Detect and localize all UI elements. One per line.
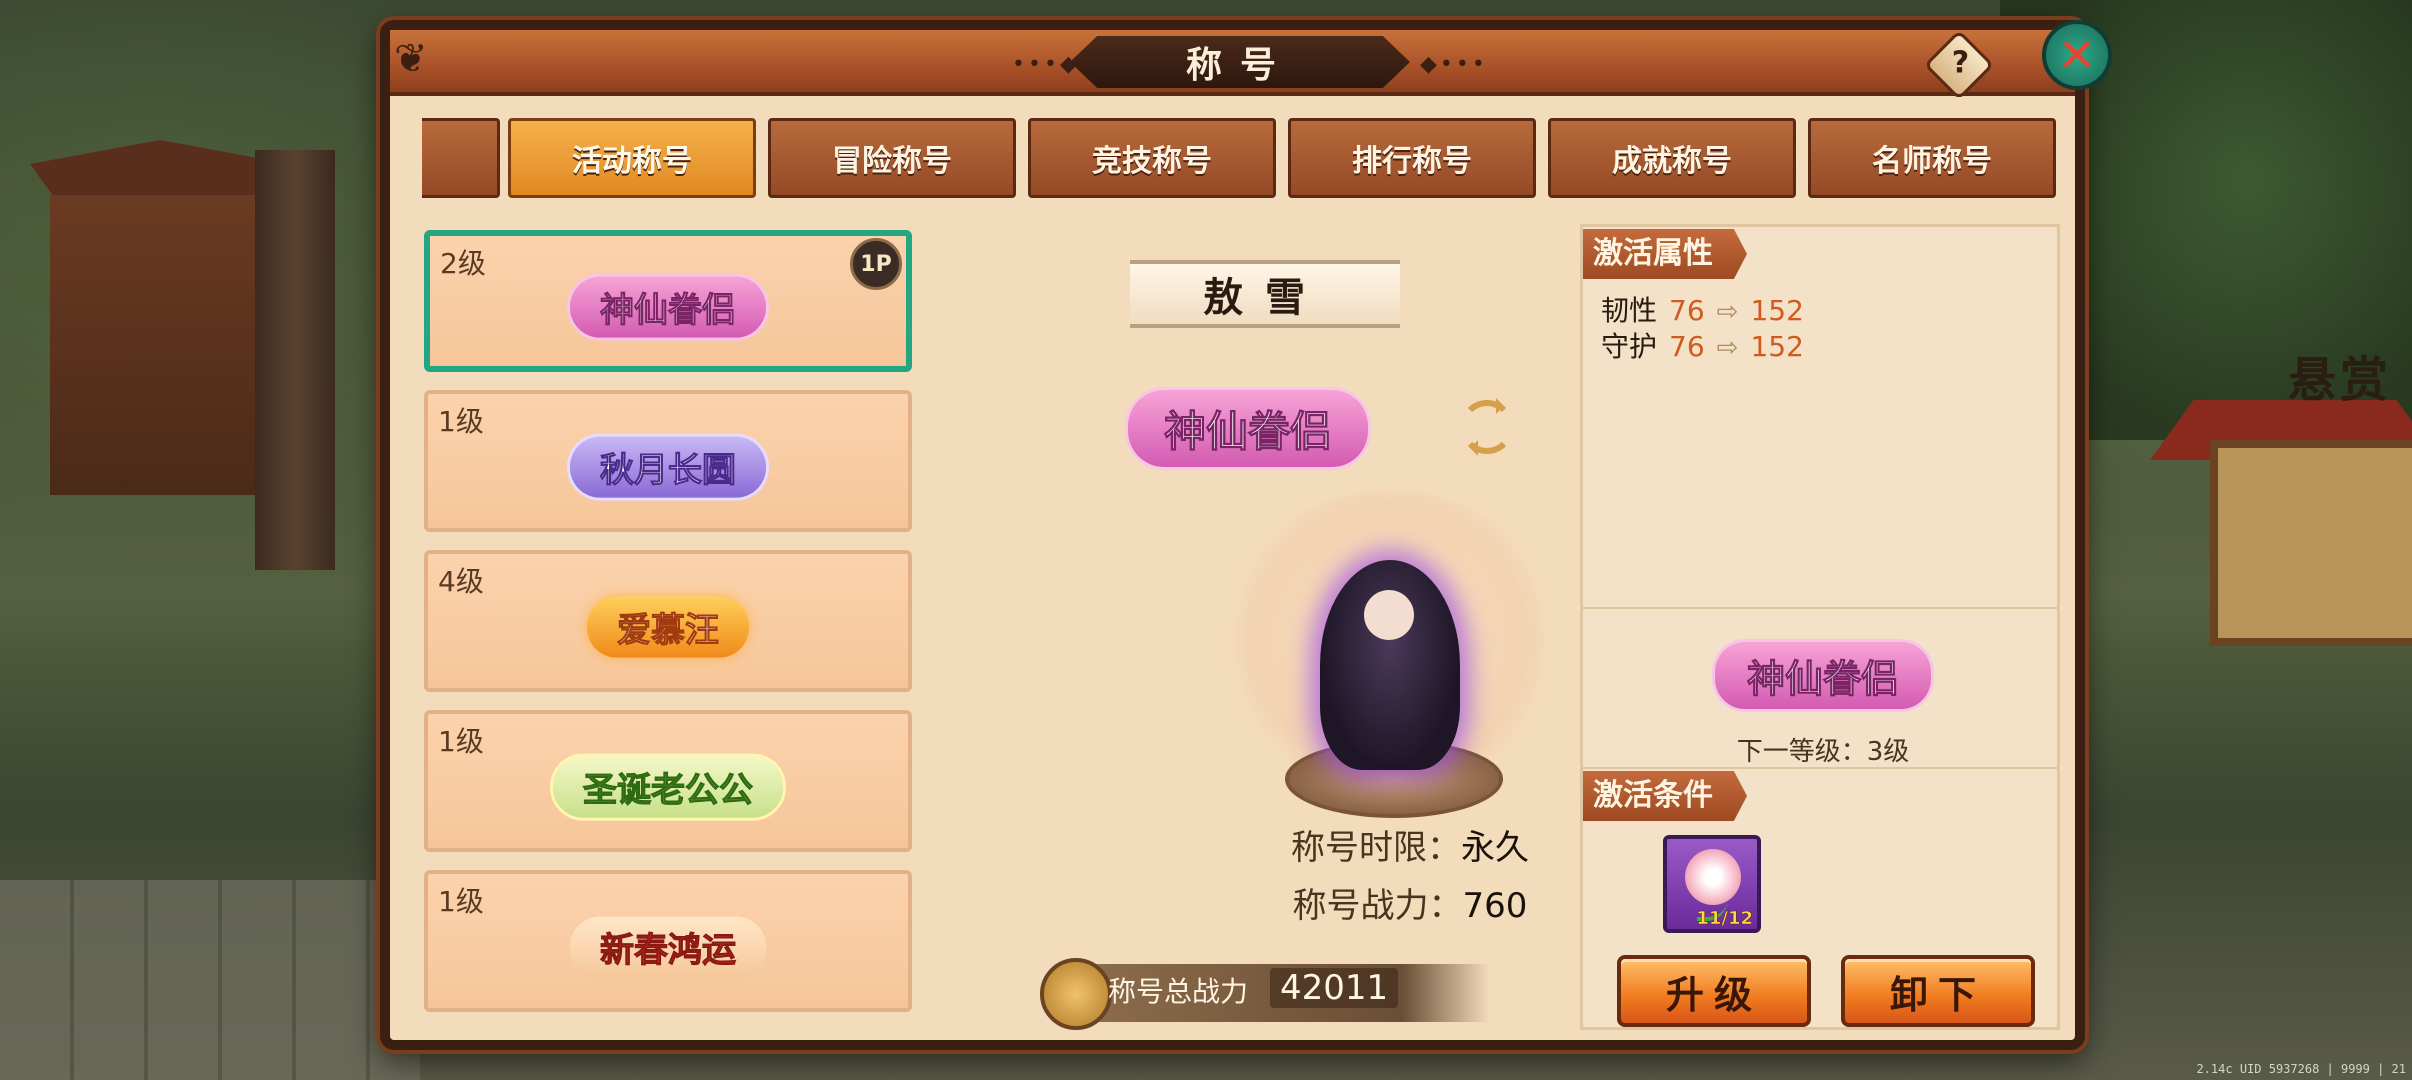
arrow-right-icon: ⇨ [1716, 297, 1739, 327]
attribute-panel: 激活属性 韧性 76 ⇨ 152 守护 76 ⇨ 152 神仙眷侣 下一等级：3级 激活条件… [1580, 224, 2060, 1030]
attr-row-guard: 守护 76 ⇨ 152 [1601, 325, 1804, 365]
attr-to: 152 [1750, 294, 1804, 327]
background-roof-left [30, 140, 290, 200]
title-card-4[interactable]: 1级 圣诞老公公 [424, 710, 912, 852]
swirl-ornament-icon: ❦ [394, 36, 428, 82]
arrow-right-icon: ⇨ [1716, 333, 1739, 363]
swap-icon[interactable] [1460, 398, 1514, 456]
attr-header: 激活属性 [1583, 229, 1747, 279]
title-level: 1级 [438, 885, 484, 918]
title-card-3[interactable]: 4级 爱慕汪 [424, 550, 912, 692]
title-dots-left: •••◆ [1012, 52, 1080, 77]
title-level: 1级 [438, 725, 484, 758]
title-badge: 秋月长圆 [570, 436, 766, 498]
unequip-button[interactable]: 卸下 [1841, 955, 2035, 1027]
duration-line: 称号时限：永久 [1190, 820, 1630, 869]
tab-previous[interactable]: 号 [422, 118, 500, 198]
upgrade-button[interactable]: 升级 [1617, 955, 1811, 1027]
attr-name: 韧性 [1601, 294, 1658, 327]
cond-header: 激活条件 [1583, 771, 1747, 821]
character-portrait [1320, 560, 1460, 770]
power-icon [1040, 958, 1112, 1030]
duration-label: 称号时限： [1291, 828, 1461, 868]
total-power-value: 42011 [1270, 968, 1399, 1008]
player-tag: 1P [850, 238, 902, 290]
character-display [1190, 470, 1590, 840]
attr-to: 152 [1750, 330, 1804, 363]
power-label: 称号战力： [1292, 886, 1463, 926]
title-badge: 神仙眷侣 [570, 276, 766, 338]
background-stone-path [0, 880, 420, 1080]
attr-name: 守护 [1601, 330, 1658, 363]
title-badge: 爱慕汪 [587, 596, 749, 658]
tab-achievement-titles[interactable]: 成就称号 [1548, 118, 1796, 198]
title-window: ❦ •••◆ 称号 ◆••• ? ✕ 号 活动称号 冒险称号 竞技称号 排行称号… [380, 20, 2112, 1050]
background-pillar [255, 150, 335, 570]
tab-event-titles[interactable]: 活动称号 [508, 118, 756, 198]
attr-row-tenacity: 韧性 76 ⇨ 152 [1601, 289, 1804, 329]
required-item-slot[interactable]: 11/12 [1663, 835, 1761, 933]
next-title-badge: 神仙眷侣 [1714, 642, 1932, 709]
question-icon: ? [1951, 45, 1970, 81]
current-title-badge: 神仙眷侣 [1128, 390, 1369, 467]
title-card-2[interactable]: 1级 秋月长圆 [424, 390, 912, 532]
title-card-5[interactable]: 1级 新春鸿运 [424, 870, 912, 1012]
next-level: 下一等级：3级 [1736, 737, 1910, 767]
window-title-plate: 称号 [1070, 36, 1410, 88]
title-dots-right: ◆••• [1420, 52, 1488, 77]
character-name-plate: 敖雪 [1130, 260, 1400, 328]
close-icon: ✕ [2057, 28, 2097, 82]
duration-value: 永久 [1461, 828, 1529, 868]
window-title: 称号 [1185, 44, 1294, 86]
item-count: 11/12 [1696, 908, 1753, 930]
help-button[interactable]: ? [1923, 29, 1995, 101]
title-badge: 圣诞老公公 [553, 756, 783, 818]
background-house-left [50, 195, 270, 495]
window-titlebar: ❦ •••◆ 称号 ◆••• ? [390, 29, 2075, 101]
bounty-board [2210, 440, 2412, 646]
tab-mentor-titles[interactable]: 名师称号 [1808, 118, 2056, 198]
title-level: 1级 [438, 405, 484, 438]
tab-adventure-titles[interactable]: 冒险称号 [768, 118, 1016, 198]
tab-arena-titles[interactable]: 竞技称号 [1028, 118, 1276, 198]
uid-text: 2.14c UID 5937268 | 9999 | 21 [2196, 1062, 2406, 1076]
divider [1583, 607, 2057, 609]
title-level: 2级 [440, 247, 486, 280]
title-card-1[interactable]: 2级 神仙眷侣 1P [424, 230, 912, 372]
attr-from: 76 [1669, 294, 1705, 327]
power-value: 760 [1462, 886, 1528, 926]
category-tabs: 号 活动称号 冒险称号 竞技称号 排行称号 成就称号 名师称号 [422, 118, 2062, 200]
tab-ranking-titles[interactable]: 排行称号 [1288, 118, 1536, 198]
divider [1583, 767, 2057, 769]
total-power-label: 称号总战力 [1108, 975, 1249, 1008]
title-badge: 新春鸿运 [570, 916, 766, 978]
title-level: 4级 [438, 565, 484, 598]
power-line: 称号战力：760 [1190, 878, 1630, 927]
bounty-sign: 悬赏 [2288, 352, 2393, 408]
character-name: 敖雪 [1203, 274, 1327, 321]
attr-from: 76 [1669, 330, 1705, 363]
close-button[interactable]: ✕ [2042, 20, 2112, 90]
